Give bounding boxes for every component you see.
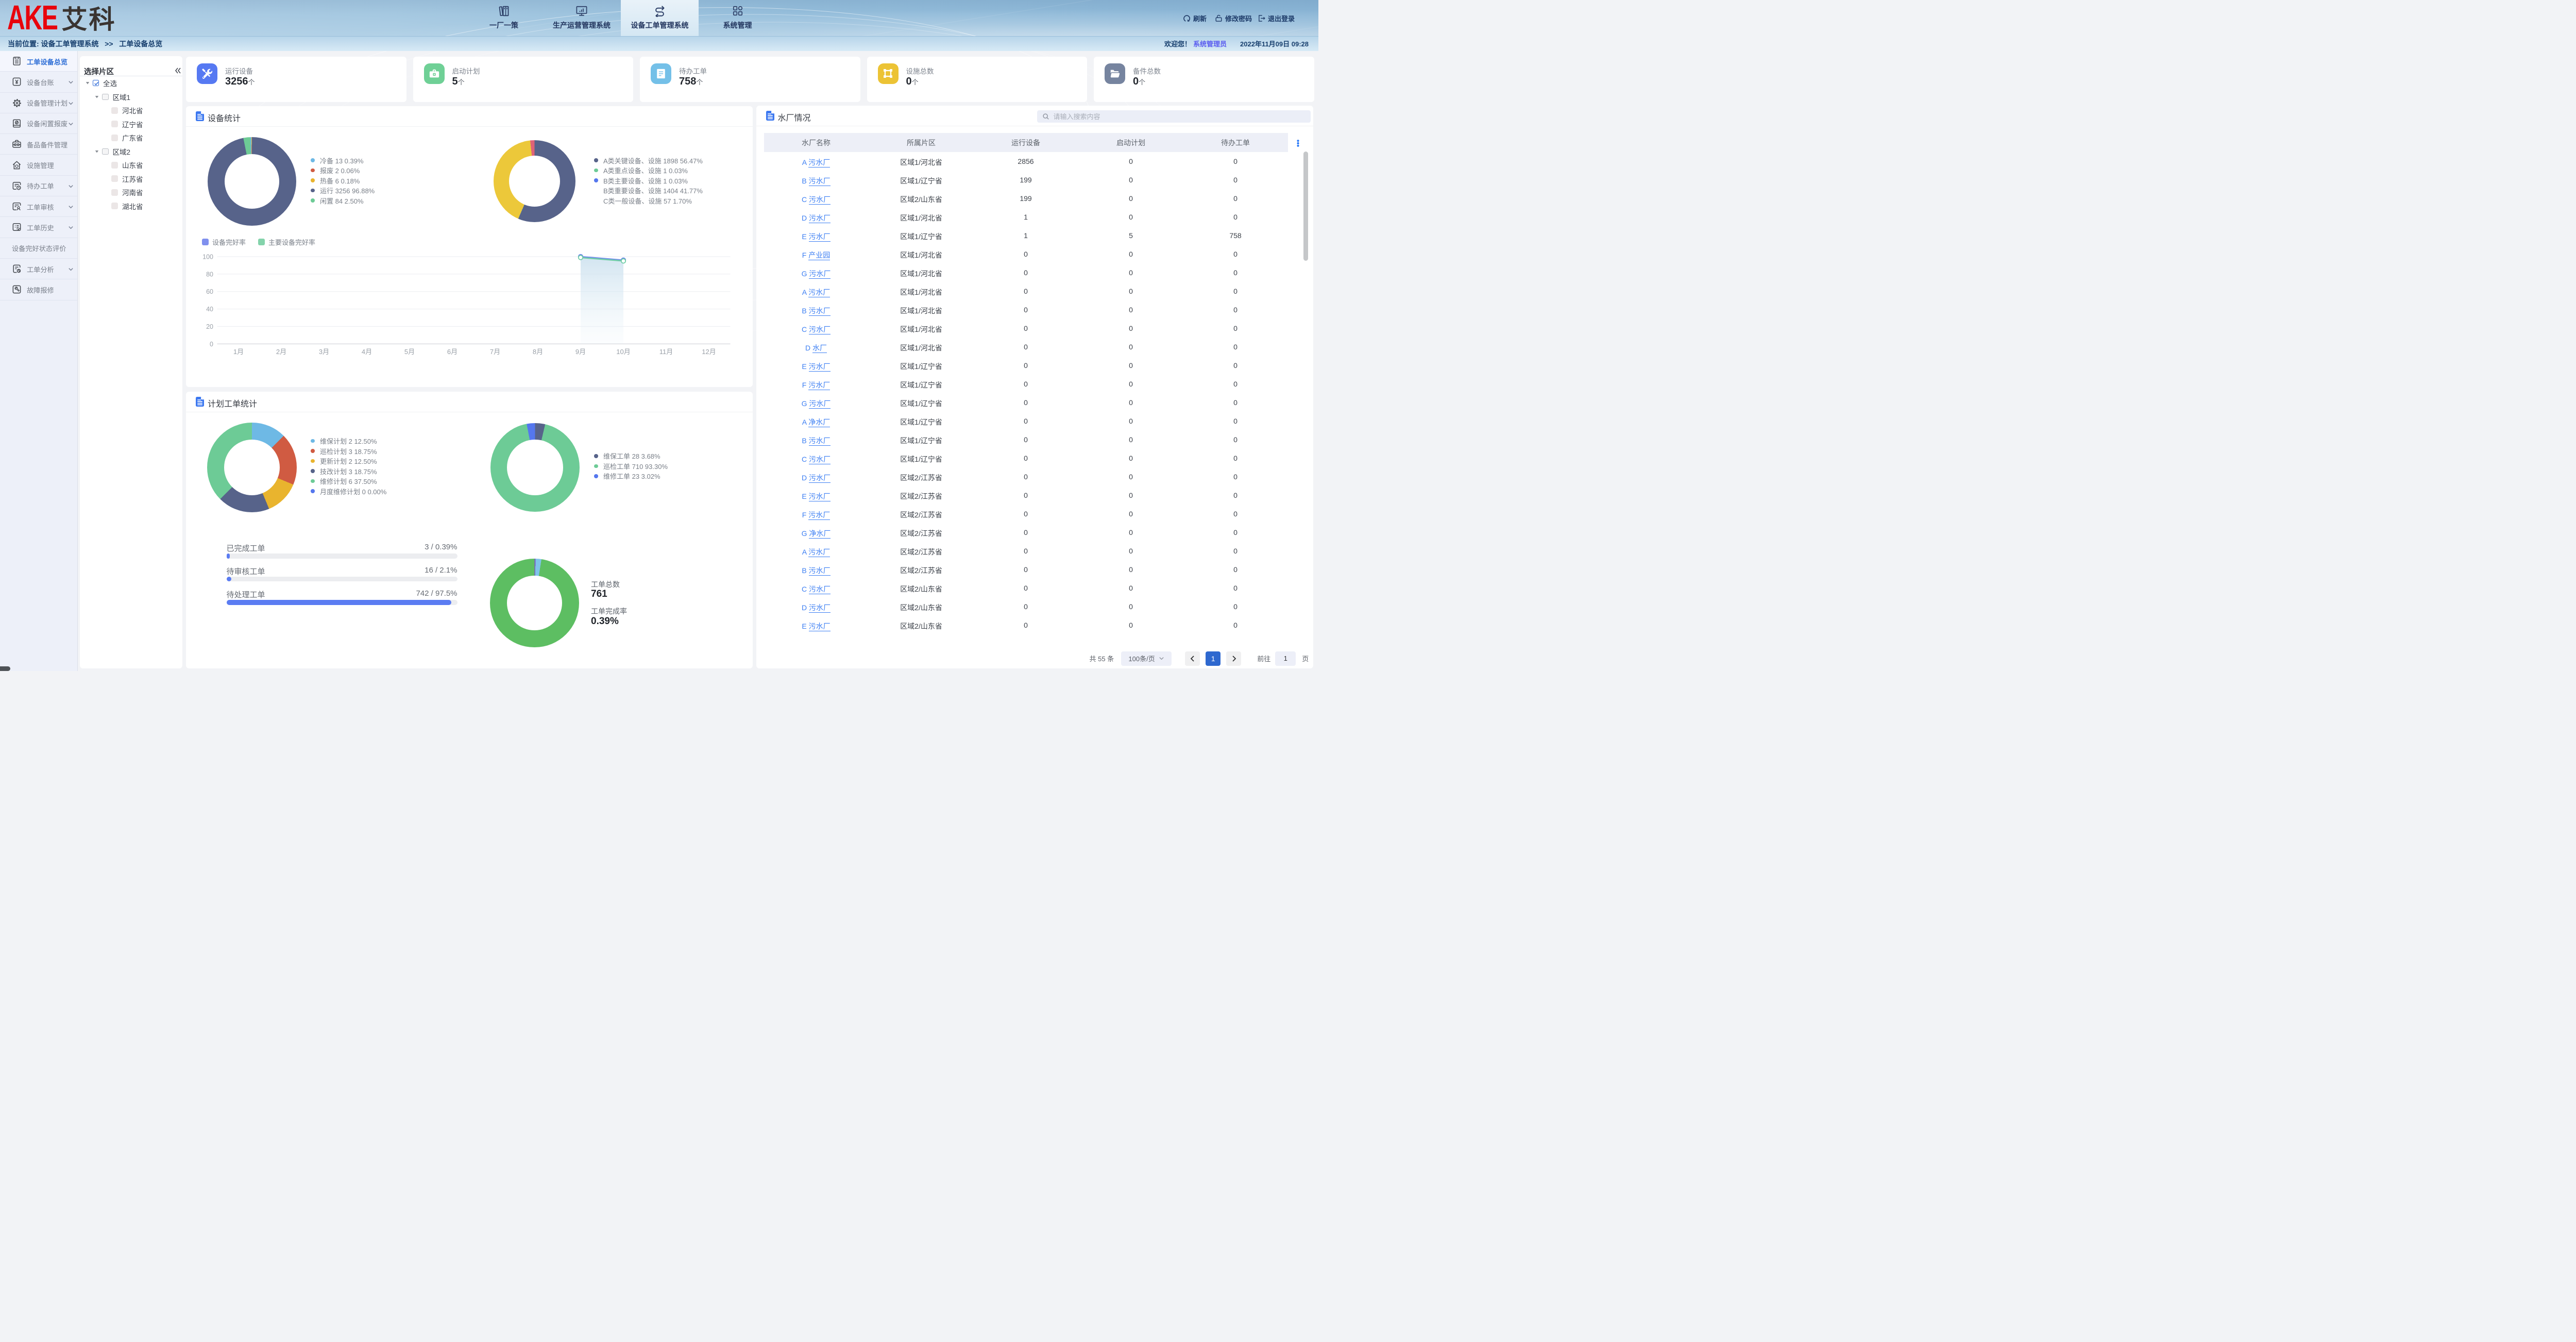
svg-text:40: 40: [206, 306, 213, 313]
svg-text:0: 0: [210, 341, 213, 348]
svg-text:3月: 3月: [319, 348, 329, 356]
svg-text:9月: 9月: [575, 348, 586, 356]
svg-text:4月: 4月: [362, 348, 372, 356]
svg-text:10月: 10月: [616, 348, 630, 356]
svg-text:2月: 2月: [276, 348, 286, 356]
svg-text:6月: 6月: [447, 348, 457, 356]
svg-text:80: 80: [206, 271, 213, 278]
svg-text:100: 100: [202, 254, 213, 261]
svg-text:1月: 1月: [233, 348, 244, 356]
svg-text:8月: 8月: [533, 348, 543, 356]
svg-text:11月: 11月: [659, 348, 673, 356]
svg-text:7月: 7月: [490, 348, 500, 356]
svg-text:5月: 5月: [404, 348, 415, 356]
svg-text:60: 60: [206, 288, 213, 295]
svg-text:20: 20: [206, 323, 213, 330]
svg-text:12月: 12月: [702, 348, 716, 356]
